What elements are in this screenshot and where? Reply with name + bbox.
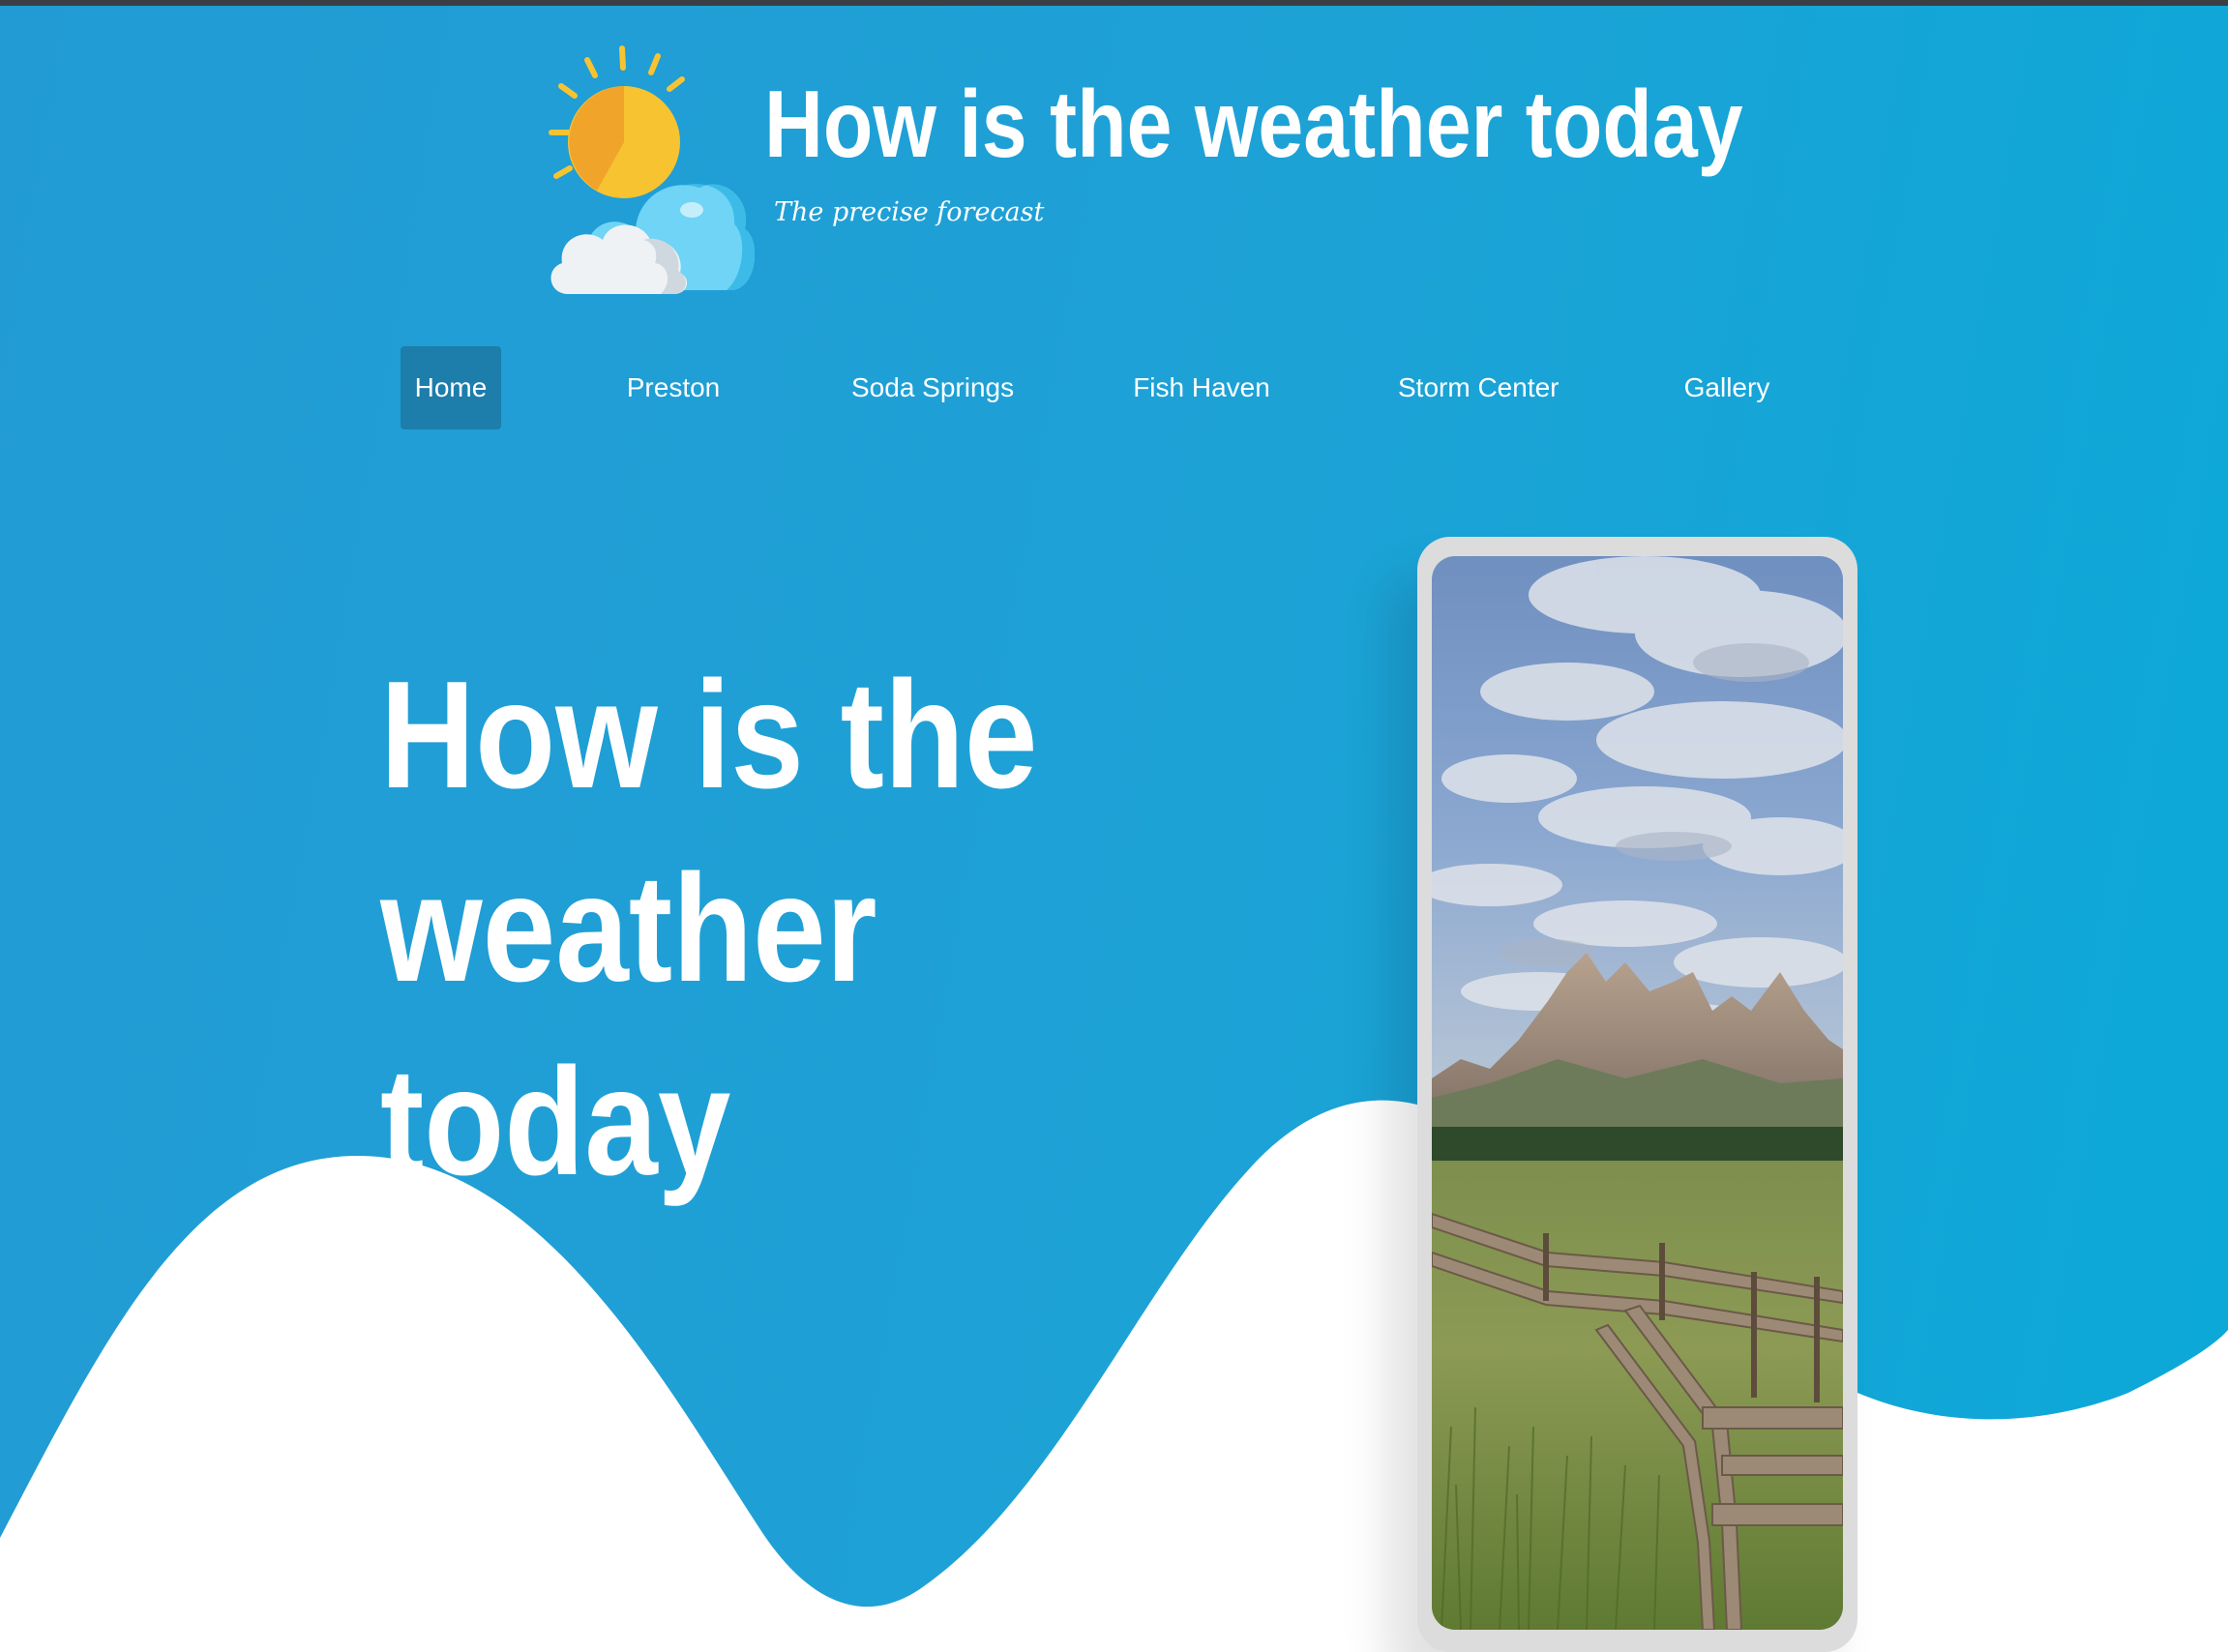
nav-item-gallery[interactable]: Gallery: [1674, 346, 1780, 429]
background-wave: [0, 1100, 2228, 1652]
page: How is the weather today The precise for…: [0, 0, 2228, 1652]
sun-behind-cloud-icon: [549, 45, 755, 294]
nav-item-fish-haven[interactable]: Fish Haven: [1132, 346, 1271, 429]
site-tagline: The precise forecast: [774, 197, 1045, 227]
nav-item-home[interactable]: Home: [401, 346, 501, 429]
phone-mockup: [1417, 537, 1857, 1652]
nav-item-soda-springs[interactable]: Soda Springs: [851, 346, 1014, 429]
site-title: How is the weather today: [764, 71, 1743, 177]
nav-item-preston[interactable]: Preston: [615, 346, 731, 429]
hero-heading: How is the weather today: [380, 650, 1038, 1207]
nav-item-storm-center[interactable]: Storm Center: [1398, 346, 1560, 429]
landscape-image: [1432, 556, 1843, 1630]
